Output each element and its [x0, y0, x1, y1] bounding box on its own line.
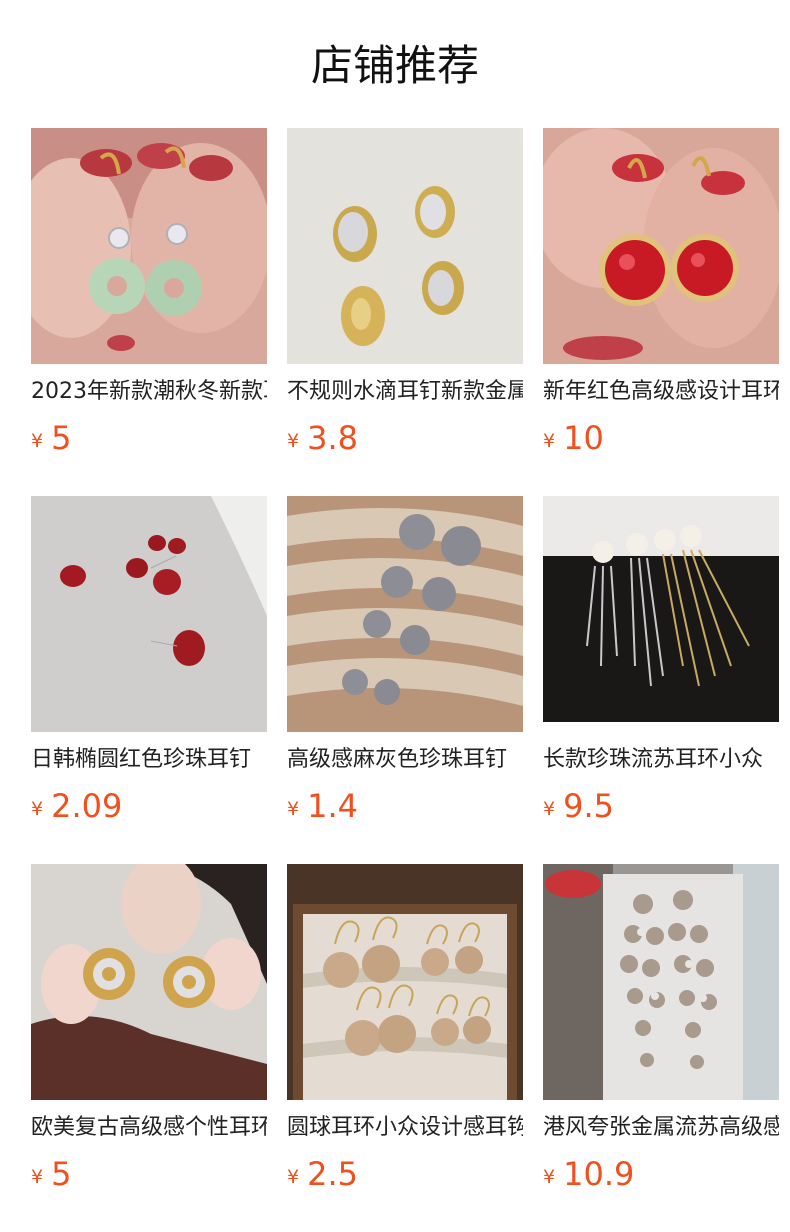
product-name[interactable]: 圆球耳环小众设计感耳钩 [287, 1113, 523, 1143]
product-price: ¥3.8 [287, 418, 523, 458]
currency-symbol: ¥ [31, 1166, 44, 1188]
price-value: 1.4 [307, 787, 358, 825]
price-value: 5 [51, 1155, 72, 1193]
product-card[interactable]: 圆球耳环小众设计感耳钩 ¥2.5 [287, 864, 523, 1204]
product-price: ¥5 [31, 418, 267, 458]
round-ball-hook-earrings-image[interactable] [287, 864, 523, 1100]
red-oval-pearl-studs-image[interactable] [31, 496, 267, 732]
currency-symbol: ¥ [543, 798, 556, 820]
currency-symbol: ¥ [543, 1166, 556, 1188]
price-value: 10.9 [563, 1155, 635, 1193]
jade-ring-earrings-image[interactable] [31, 128, 267, 364]
product-price: ¥10.9 [543, 1154, 779, 1194]
price-value: 2.09 [51, 787, 123, 825]
gold-silver-drop-studs-image[interactable] [287, 128, 523, 364]
product-name[interactable]: 欧美复古高级感个性耳环 [31, 1113, 267, 1143]
product-name[interactable]: 港风夸张金属流苏高级感 [543, 1113, 779, 1143]
price-value: 10 [563, 419, 604, 457]
product-card[interactable]: 高级感麻灰色珍珠耳钉 ¥1.4 [287, 496, 523, 836]
price-value: 3.8 [307, 419, 358, 457]
product-card[interactable]: 欧美复古高级感个性耳环 ¥5 [31, 864, 267, 1204]
product-price: ¥10 [543, 418, 779, 458]
product-card[interactable]: 2023年新款潮秋冬新款耳环 ¥5 [31, 128, 267, 468]
product-name[interactable]: 长款珍珠流苏耳环小众 [543, 745, 779, 775]
red-crystal-ball-earrings-image[interactable] [543, 128, 779, 364]
vintage-disc-earrings-image[interactable] [31, 864, 267, 1100]
product-card[interactable]: 日韩椭圆红色珍珠耳钉 ¥2.09 [31, 496, 267, 836]
product-price: ¥2.09 [31, 786, 267, 826]
product-name[interactable]: 2023年新款潮秋冬新款耳环 [31, 377, 267, 407]
product-price: ¥2.5 [287, 1154, 523, 1194]
product-card[interactable]: 新年红色高级感设计耳环 ¥10 [543, 128, 779, 468]
grey-pearl-studs-image[interactable] [287, 496, 523, 732]
metal-sequin-tassel-earrings-image[interactable] [543, 864, 779, 1100]
product-name[interactable]: 不规则水滴耳钉新款金属 [287, 377, 523, 407]
product-card[interactable]: 不规则水滴耳钉新款金属 ¥3.8 [287, 128, 523, 468]
product-price: ¥5 [31, 1154, 267, 1194]
price-value: 2.5 [307, 1155, 358, 1193]
product-name[interactable]: 日韩椭圆红色珍珠耳钉 [31, 745, 267, 775]
section-title: 店铺推荐 [310, 41, 479, 90]
currency-symbol: ¥ [287, 430, 300, 452]
price-value: 5 [51, 419, 72, 457]
currency-symbol: ¥ [287, 798, 300, 820]
product-card[interactable]: 长款珍珠流苏耳环小众 ¥9.5 [543, 496, 779, 836]
price-value: 9.5 [563, 787, 614, 825]
pearl-tassel-earrings-image[interactable] [543, 496, 779, 732]
currency-symbol: ¥ [287, 1166, 300, 1188]
product-card[interactable]: 港风夸张金属流苏高级感 ¥10.9 [543, 864, 779, 1204]
currency-symbol: ¥ [31, 430, 44, 452]
product-name[interactable]: 高级感麻灰色珍珠耳钉 [287, 745, 523, 775]
product-price: ¥9.5 [543, 786, 779, 826]
product-price: ¥1.4 [287, 786, 523, 826]
currency-symbol: ¥ [31, 798, 44, 820]
shop-recommendations-page: 店铺推荐 2023年新款潮秋冬新款 ¥ 5 不规则水滴耳钉新款金属 ¥ 3.8 … [0, 0, 790, 1232]
product-name[interactable]: 新年红色高级感设计耳环 [543, 377, 779, 407]
currency-symbol: ¥ [543, 430, 556, 452]
